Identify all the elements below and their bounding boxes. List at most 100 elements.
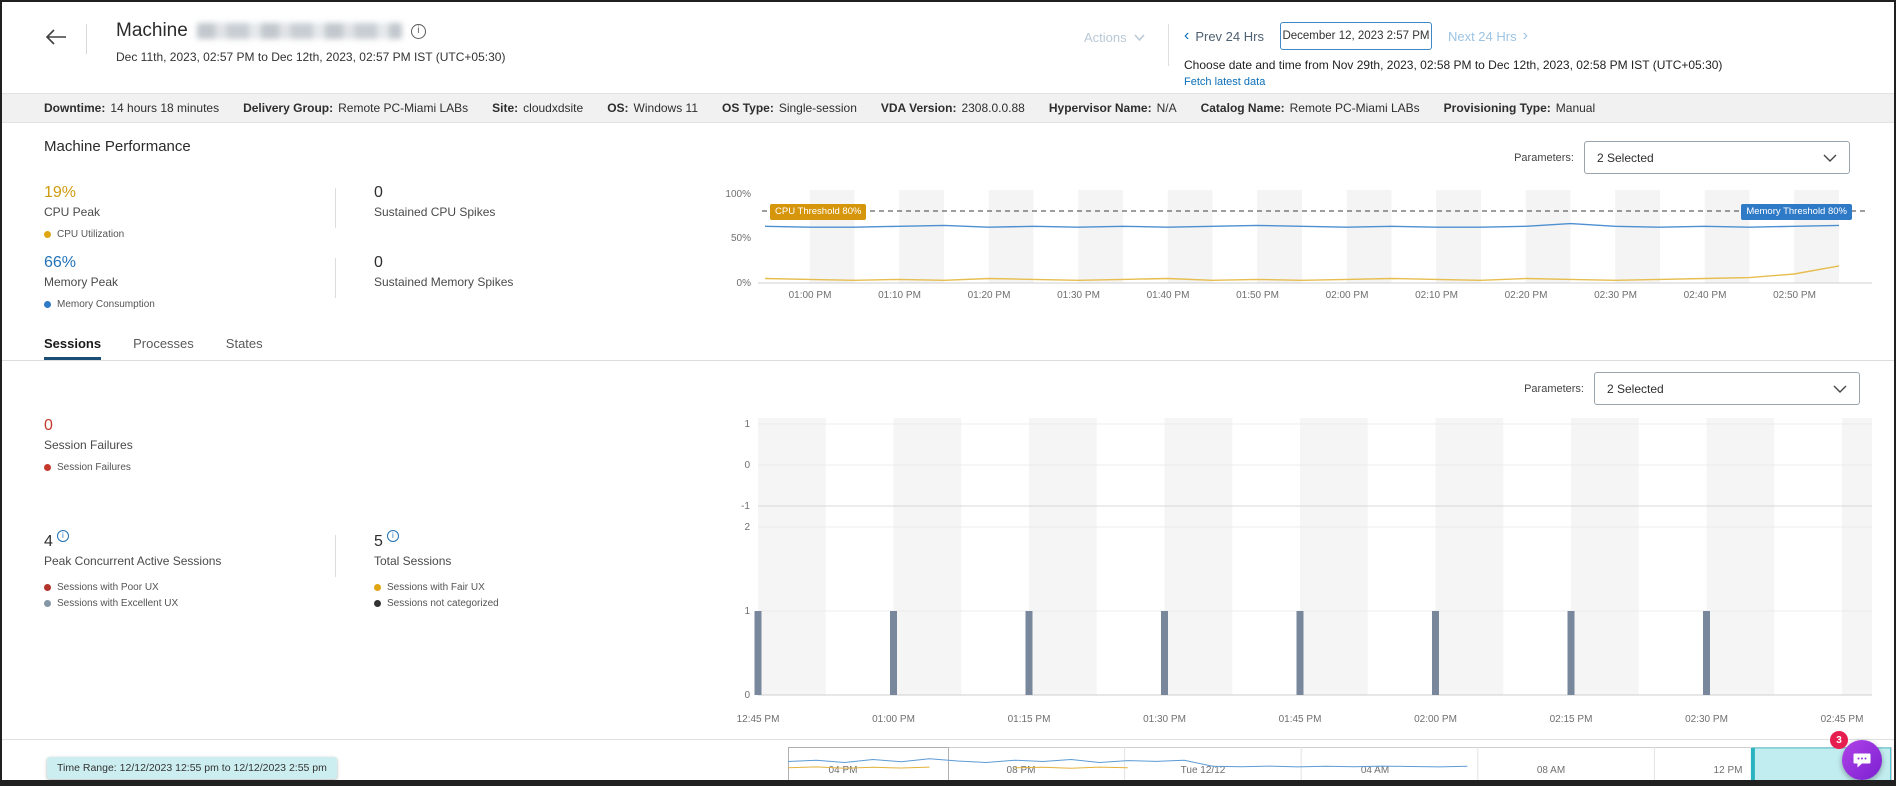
parameters-dropdown-performance[interactable]: 2 Selected <box>1584 141 1850 174</box>
footer-divider <box>2 739 1894 740</box>
excellent-ux-dot <box>44 600 51 607</box>
parameters-value: 2 Selected <box>1607 381 1664 396</box>
stat-total-sessions: 5i Total Sessions Sessions with Fair UX … <box>374 530 499 609</box>
stat-divider <box>335 258 336 298</box>
stat-session-failures: 0 Session Failures Session Failures <box>44 417 133 473</box>
time-navigator[interactable]: 04 PM 08 PM Tue 12/12 04 AM 08 AM 12 PM <box>787 747 1892 782</box>
title-block: Machine i Dec 11th, 2023, 02:57 PM to De… <box>116 20 505 64</box>
cpu-threshold-badge: CPU Threshold 80% <box>770 204 867 220</box>
svg-text:02:15 PM: 02:15 PM <box>1550 714 1593 725</box>
header-vertical-divider <box>1168 24 1169 66</box>
svg-text:02:50 PM: 02:50 PM <box>1773 290 1816 301</box>
machine-info-bar: Downtime: 14 hours 18 minutes Delivery Gr… <box>2 93 1894 123</box>
svg-text:-1: -1 <box>741 501 750 512</box>
machine-statistics-page: Machine i Dec 11th, 2023, 02:57 PM to De… <box>0 0 1896 786</box>
back-arrow-icon <box>45 28 66 45</box>
svg-text:08 PM: 08 PM <box>1007 765 1036 776</box>
sessions-chart: 1 0 -1 2 1 0 12:45 PM 01:00 PM 01:15 PM 01:30 PM 0… <box>716 410 1892 728</box>
svg-text:0%: 0% <box>737 278 752 289</box>
tab-sessions[interactable]: Sessions <box>44 336 102 360</box>
assistant-chat-button[interactable] <box>1842 740 1882 780</box>
svg-text:02:00 PM: 02:00 PM <box>1414 714 1457 725</box>
chevron-down-icon <box>1823 154 1837 162</box>
svg-text:01:20 PM: 01:20 PM <box>968 290 1011 301</box>
detail-tabs: Sessions Processes States <box>44 336 263 360</box>
notification-badge[interactable]: 3 <box>1830 731 1848 749</box>
svg-text:100%: 100% <box>725 189 751 200</box>
svg-text:01:45 PM: 01:45 PM <box>1279 714 1322 725</box>
parameters-dropdown-sessions[interactable]: 2 Selected <box>1594 372 1860 405</box>
svg-text:01:15 PM: 01:15 PM <box>1008 714 1051 725</box>
info-item-hypervisor: Hypervisor Name: N/A <box>1048 101 1177 115</box>
sessions-chart-svg: 1 0 -1 2 1 0 12:45 PM 01:00 PM 01:15 PM 01:30 PM 0… <box>737 418 1872 725</box>
svg-text:02:40 PM: 02:40 PM <box>1684 290 1727 301</box>
not-categorized-dot <box>374 600 381 607</box>
parameters-label: Parameters: <box>1514 151 1574 164</box>
prev-24hrs-button[interactable]: ‹ Prev 24 Hrs <box>1184 28 1264 44</box>
info-item-os-type: OS Type: Single-session <box>722 101 857 115</box>
performance-parameters: Parameters: 2 Selected <box>1514 141 1850 174</box>
next-24hrs-button[interactable]: Next 24 Hrs › <box>1448 28 1528 44</box>
svg-text:1: 1 <box>744 606 750 617</box>
svg-text:01:10 PM: 01:10 PM <box>878 290 921 301</box>
actions-button[interactable]: Actions <box>1084 30 1145 45</box>
svg-text:04 PM: 04 PM <box>829 765 858 776</box>
fetch-latest-data-link[interactable]: Fetch latest data <box>1184 76 1265 88</box>
next-24hrs-label: Next 24 Hrs <box>1447 28 1517 44</box>
svg-text:01:30 PM: 01:30 PM <box>1143 714 1186 725</box>
datetime-picker[interactable]: December 12, 2023 2:57 PM <box>1279 22 1432 50</box>
page-title: Machine <box>116 20 188 41</box>
performance-chart-svg: 100% 50% 0% 01:00 PM 01:10 PM 01:20 PM 01:30 P… <box>725 189 1872 301</box>
info-item-downtime: Downtime: 14 hours 18 minutes <box>44 101 220 115</box>
svg-text:02:20 PM: 02:20 PM <box>1505 290 1548 301</box>
tab-states[interactable]: States <box>226 336 263 360</box>
memory-threshold-badge: Memory Threshold 80% <box>1741 204 1852 220</box>
stat-divider <box>335 535 336 577</box>
info-item-provisioning: Provisioning Type: Manual <box>1443 101 1596 115</box>
actions-label: Actions <box>1084 30 1127 45</box>
report-date-range: Dec 11th, 2023, 02:57 PM to Dec 12th, 20… <box>116 50 506 64</box>
stat-sustained-cpu-spikes: 0 Sustained CPU Spikes <box>374 184 496 219</box>
svg-text:01:30 PM: 01:30 PM <box>1057 290 1100 301</box>
svg-text:0: 0 <box>744 690 750 701</box>
svg-text:12 PM: 12 PM <box>1714 765 1743 776</box>
svg-text:12:45 PM: 12:45 PM <box>737 714 780 725</box>
chat-bubble-icon <box>1853 753 1871 768</box>
stat-sustained-memory-spikes: 0 Sustained Memory Spikes <box>374 254 514 289</box>
stat-cpu-peak: 19% CPU Peak CPU Utilization <box>44 184 125 240</box>
cpu-utilization-dot <box>44 231 51 238</box>
svg-text:2: 2 <box>744 522 750 533</box>
svg-text:08 AM: 08 AM <box>1537 765 1565 776</box>
datetime-value: December 12, 2023 2:57 PM <box>1282 30 1430 42</box>
info-item-catalog: Catalog Name: Remote PC-Miami LABs <box>1200 101 1420 115</box>
session-failures-dot <box>44 464 51 471</box>
svg-text:01:00 PM: 01:00 PM <box>872 714 915 725</box>
time-navigation: ‹ Prev 24 Hrs December 12, 2023 2:57 PM … <box>1184 22 1722 90</box>
time-navigator-svg[interactable]: 04 PM 08 PM Tue 12/12 04 AM 08 AM 12 PM <box>787 747 1892 782</box>
machine-performance-chart: 100% 50% 0% 01:00 PM 01:10 PM 01:20 PM 01:30 P… <box>716 188 1892 302</box>
section-title-machine-performance: Machine Performance <box>44 138 191 155</box>
chevron-right-icon: › <box>1522 27 1528 44</box>
fair-ux-dot <box>374 584 381 591</box>
parameters-label: Parameters: <box>1524 382 1584 395</box>
header-divider <box>86 24 87 54</box>
svg-text:02:00 PM: 02:00 PM <box>1326 290 1369 301</box>
stat-peak-concurrent-sessions: 4i Peak Concurrent Active Sessions Sessi… <box>44 530 222 609</box>
svg-text:02:30 PM: 02:30 PM <box>1685 714 1728 725</box>
info-item-vda-version: VDA Version: 2308.0.0.88 <box>880 101 1025 115</box>
svg-text:0: 0 <box>744 460 750 471</box>
sessions-parameters: Parameters: 2 Selected <box>1524 372 1860 405</box>
chevron-left-icon: ‹ <box>1184 27 1190 44</box>
svg-text:01:40 PM: 01:40 PM <box>1147 290 1190 301</box>
back-button[interactable] <box>42 26 70 50</box>
svg-text:02:30 PM: 02:30 PM <box>1594 290 1637 301</box>
svg-text:01:00 PM: 01:00 PM <box>789 290 832 301</box>
machine-info-icon[interactable]: i <box>410 23 426 39</box>
tab-processes[interactable]: Processes <box>133 336 194 360</box>
svg-text:02:45 PM: 02:45 PM <box>1821 714 1864 725</box>
info-item-os: OS: Windows 11 <box>607 101 699 115</box>
time-range-tooltip: Time Range: 12/12/2023 12:55 pm to 12/12… <box>47 757 337 779</box>
info-icon[interactable]: i <box>56 530 69 542</box>
info-item-site: Site: cloudxdsite <box>492 101 584 115</box>
info-icon[interactable]: i <box>386 530 399 542</box>
